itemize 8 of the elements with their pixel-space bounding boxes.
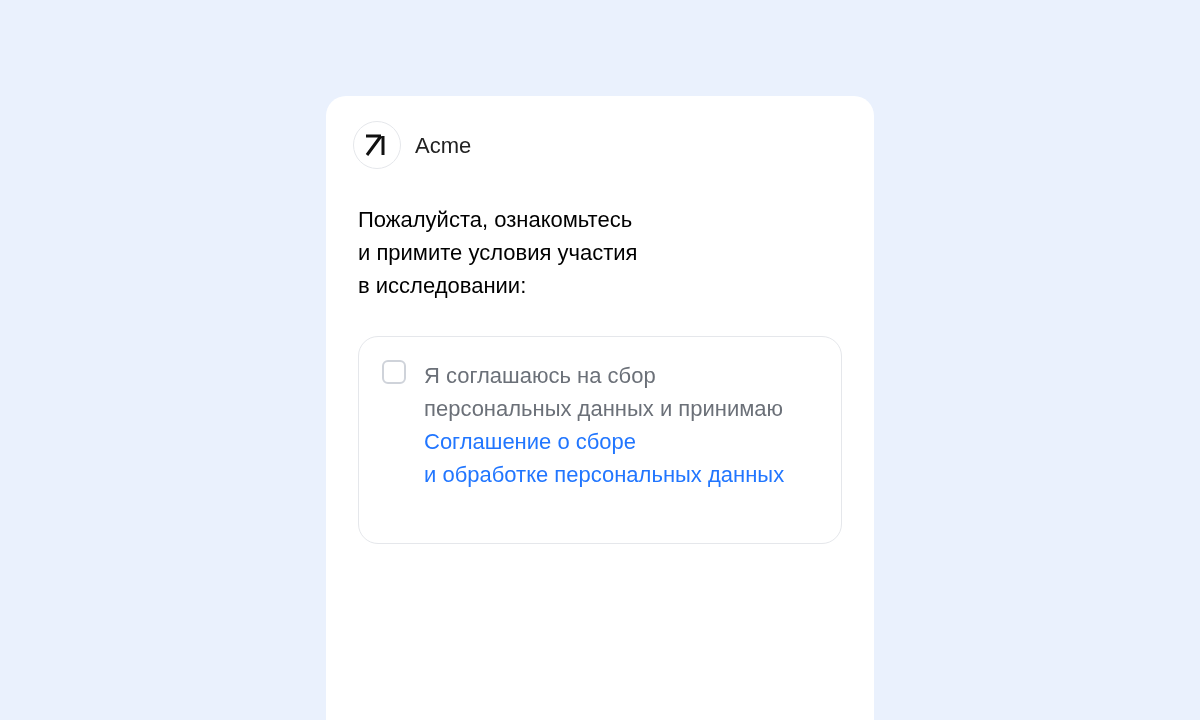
checkbox[interactable]: [382, 360, 406, 384]
consent-text: Я соглашаюсь на сбор персональных данных и принимаю Соглашение о сборе и обработке персональных данных: [424, 362, 786, 489]
agreement-link[interactable]: данных: [708, 462, 785, 487]
brand-name: Acme: [415, 131, 472, 160]
agreement-link[interactable]: Соглашение о сборе: [424, 429, 637, 454]
agreement-link[interactable]: и обработке персональных: [424, 462, 702, 487]
arrow-logo-icon: [353, 121, 401, 169]
heading: Пожалуйста, ознакомьтесь и примите условия участия в исследовании:: [358, 206, 639, 300]
